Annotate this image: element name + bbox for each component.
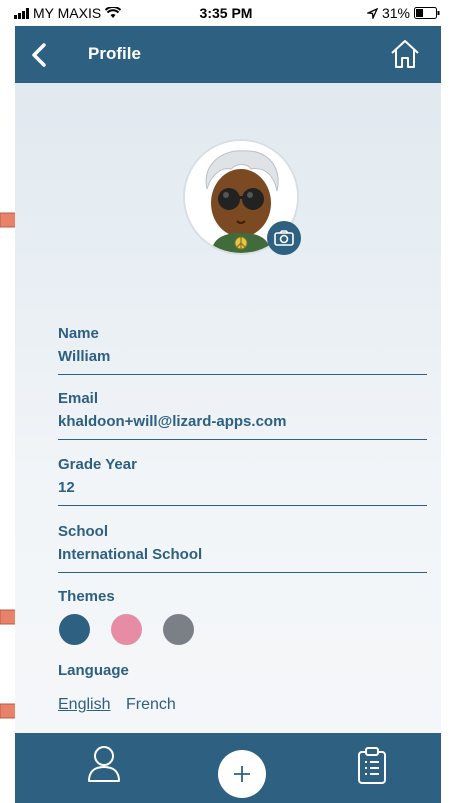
name-label: Name: [58, 325, 99, 342]
language-label: Language: [58, 662, 129, 679]
grade-year-label: Grade Year: [58, 456, 137, 473]
grade-year-field[interactable]: Grade Year 12: [58, 456, 427, 506]
plus-icon: [234, 766, 250, 782]
name-underline: [58, 374, 427, 375]
school-field[interactable]: School International School: [58, 523, 427, 573]
battery-icon: [414, 7, 440, 19]
email-field[interactable]: Email khaldoon+will@lizard-apps.com: [58, 390, 427, 440]
user-icon[interactable]: [87, 745, 121, 783]
school-underline: [58, 572, 427, 573]
theme-swatch-blue[interactable]: [59, 614, 90, 645]
theme-swatch-gray[interactable]: [163, 614, 194, 645]
chevron-left-icon[interactable]: [29, 42, 49, 68]
theme-swatch-pink[interactable]: [111, 614, 142, 645]
camera-icon: [274, 230, 294, 246]
grade-year-underline: [58, 505, 427, 506]
email-label: Email: [58, 390, 99, 407]
add-button[interactable]: [218, 750, 266, 798]
name-field[interactable]: Name William: [58, 325, 427, 375]
top-navbar: Profile: [15, 26, 441, 83]
email-underline: [58, 439, 427, 440]
battery-percent: 31%: [381, 5, 410, 21]
home-icon[interactable]: [389, 39, 421, 69]
battery-indicator: 31%: [366, 5, 440, 21]
school-label: School: [58, 523, 109, 540]
grade-year-value: 12: [58, 479, 75, 496]
email-value: khaldoon+will@lizard-apps.com: [58, 413, 287, 430]
name-value: William: [58, 348, 111, 365]
school-value: International School: [58, 546, 203, 563]
bottom-tabbar: [15, 733, 441, 803]
app-screen: Profile Name William Email khaldoon+will…: [15, 26, 441, 803]
location-icon: [366, 7, 378, 19]
page-title: Profile: [88, 44, 141, 63]
language-option-english[interactable]: English: [58, 696, 110, 714]
clipboard-icon[interactable]: [357, 747, 387, 785]
change-photo-button[interactable]: [267, 221, 301, 255]
language-option-french[interactable]: French: [126, 696, 176, 714]
themes-label: Themes: [58, 588, 115, 605]
status-bar: MY MAXIS 3:35 PM 31%: [0, 0, 452, 26]
